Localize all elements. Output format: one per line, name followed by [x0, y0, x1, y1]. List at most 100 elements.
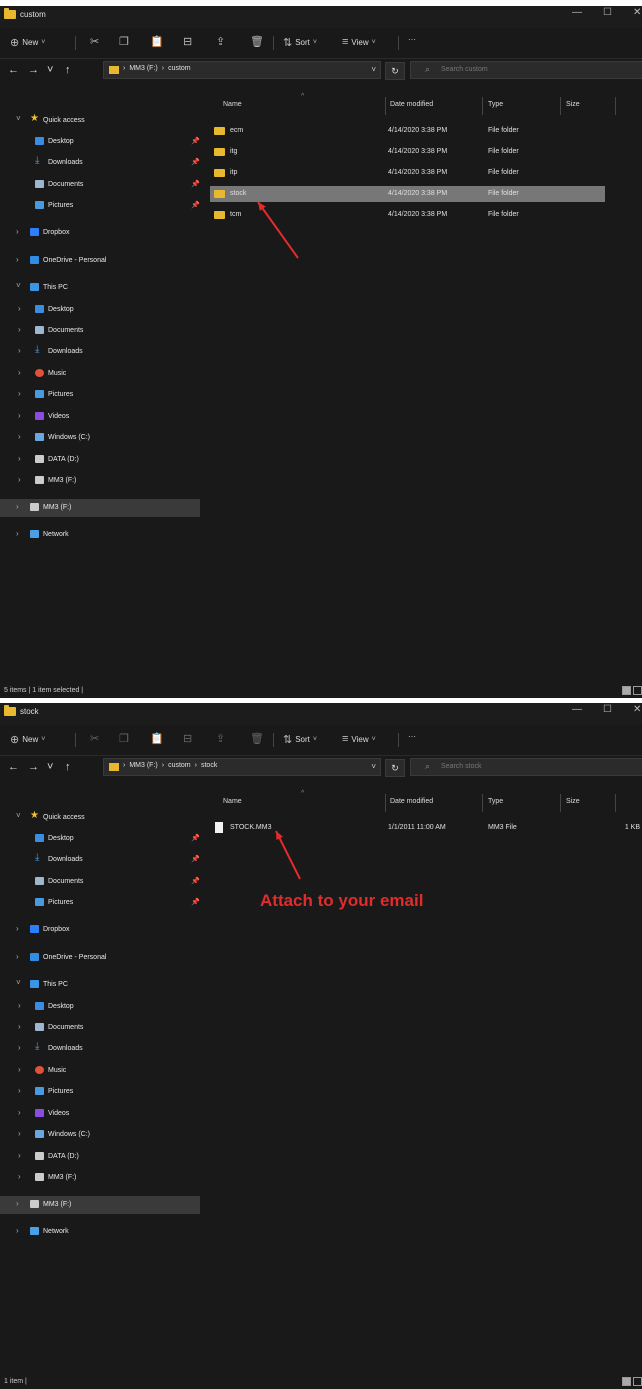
column-divider[interactable] — [615, 794, 616, 812]
column-header-size[interactable]: Size — [566, 798, 580, 805]
sidebar-item[interactable]: ⤓ Downloads 📌 — [0, 154, 200, 172]
refresh-button[interactable]: ↻ — [385, 62, 405, 80]
pin-icon[interactable]: 📌 — [191, 877, 200, 885]
sidebar-item[interactable]: ˅ ★ Quick access — [0, 112, 200, 130]
sidebar-item[interactable]: › MM3 (F:) — [0, 1169, 200, 1187]
file-row[interactable]: tcm 4/14/2020 3:38 PM File folder — [210, 207, 605, 223]
back-button[interactable]: ← — [8, 64, 19, 76]
file-row[interactable]: ecm 4/14/2020 3:38 PM File folder — [210, 123, 605, 139]
chevron-right-icon[interactable]: › — [18, 304, 21, 313]
column-header-name[interactable]: Name — [223, 798, 242, 805]
column-divider[interactable] — [385, 97, 386, 115]
sort-button[interactable]: ⇅ Sort ˅ — [283, 733, 317, 746]
sidebar-item[interactable]: Documents 📌 — [0, 873, 200, 891]
new-button[interactable]: ⊕ New ˅ — [10, 733, 45, 746]
chevron-right-icon[interactable]: › — [18, 389, 21, 398]
sidebar-item[interactable]: › ⤓ Downloads — [0, 343, 200, 361]
sidebar-item[interactable]: › Desktop — [0, 998, 200, 1016]
share-button[interactable]: ⇪ — [216, 732, 225, 745]
column-header-type[interactable]: Type — [488, 101, 503, 108]
search-box[interactable]: ⌕ Search stock — [410, 758, 642, 776]
chevron-right-icon[interactable]: › — [18, 1151, 21, 1160]
chevron-right-icon[interactable]: › — [16, 502, 19, 511]
chevron-right-icon[interactable]: › — [18, 368, 21, 377]
close-button[interactable]: ✕ — [633, 704, 641, 715]
sidebar-item[interactable]: Pictures 📌 — [0, 197, 200, 215]
delete-button[interactable]: 🗑 — [250, 732, 264, 745]
sidebar-item[interactable]: › MM3 (F:) — [0, 472, 200, 490]
sidebar-item[interactable]: › Music — [0, 1062, 200, 1080]
chevron-down-icon[interactable]: ˅ — [371, 762, 376, 771]
file-row[interactable]: itg 4/14/2020 3:38 PM File folder — [210, 144, 605, 160]
sidebar-item[interactable]: › Windows (C:) — [0, 429, 200, 447]
recent-button[interactable]: ˅ — [47, 761, 53, 773]
chevron-right-icon[interactable]: › — [16, 227, 19, 236]
column-divider[interactable] — [560, 794, 561, 812]
sidebar-item[interactable]: › Videos — [0, 408, 200, 426]
file-row[interactable]: itp 4/14/2020 3:38 PM File folder — [210, 165, 605, 181]
new-button[interactable]: ⊕ New ˅ — [10, 36, 45, 49]
breadcrumb-item[interactable]: custom — [168, 762, 191, 769]
breadcrumb-item[interactable]: custom — [168, 65, 191, 72]
sidebar-item[interactable]: › ⤓ Downloads — [0, 1040, 200, 1058]
pin-icon[interactable]: 📌 — [191, 898, 200, 906]
share-button[interactable]: ⇪ — [216, 35, 225, 48]
sidebar-item[interactable]: ⤓ Downloads 📌 — [0, 851, 200, 869]
sidebar-item[interactable]: › Windows (C:) — [0, 1126, 200, 1144]
forward-button[interactable]: → — [28, 64, 39, 76]
column-header-size[interactable]: Size — [566, 101, 580, 108]
view-button[interactable]: ≡ View ˅ — [342, 733, 376, 745]
column-header-date[interactable]: Date modified — [390, 101, 433, 108]
chevron-down-icon[interactable]: ˅ — [16, 811, 21, 820]
chevron-right-icon[interactable]: › — [18, 346, 21, 355]
up-button[interactable]: ↑ — [65, 761, 71, 773]
maximize-button[interactable]: ☐ — [603, 704, 612, 715]
sidebar-item[interactable]: › Documents — [0, 322, 200, 340]
column-divider[interactable] — [482, 97, 483, 115]
chevron-down-icon[interactable]: ˅ — [16, 978, 21, 987]
sidebar-item[interactable]: Documents 📌 — [0, 176, 200, 194]
minimize-button[interactable]: — — [572, 704, 582, 715]
up-button[interactable]: ↑ — [65, 64, 71, 76]
minimize-button[interactable]: — — [572, 7, 582, 18]
cut-button[interactable]: ✂ — [90, 35, 99, 48]
sidebar-item[interactable]: › OneDrive - Personal — [0, 949, 200, 967]
column-divider[interactable] — [482, 794, 483, 812]
sidebar-item[interactable]: › Dropbox — [0, 921, 200, 939]
file-row[interactable]: STOCK.MM3 1/1/2011 11:00 AM MM3 File 1 KB — [210, 820, 640, 836]
rename-button[interactable]: ⊟ — [183, 35, 192, 48]
sidebar-item[interactable]: ˅ This PC — [0, 976, 200, 994]
sidebar-item[interactable]: › Documents — [0, 1019, 200, 1037]
address-bar[interactable]: › MM3 (F:) › custom › stock ˅ — [103, 758, 381, 776]
chevron-right-icon[interactable]: › — [18, 1065, 21, 1074]
chevron-right-icon[interactable]: › — [18, 1001, 21, 1010]
chevron-right-icon[interactable]: › — [16, 924, 19, 933]
sidebar-item[interactable]: Desktop 📌 — [0, 133, 200, 151]
chevron-right-icon[interactable]: › — [16, 529, 19, 538]
chevron-right-icon[interactable]: › — [16, 255, 19, 264]
cut-button[interactable]: ✂ — [90, 732, 99, 745]
maximize-button[interactable]: ☐ — [603, 7, 612, 18]
sidebar-item[interactable]: › Pictures — [0, 1083, 200, 1101]
pin-icon[interactable]: 📌 — [191, 834, 200, 842]
tiles-view-button[interactable] — [633, 1377, 642, 1386]
chevron-right-icon[interactable]: › — [16, 1199, 19, 1208]
sidebar-item[interactable]: Desktop 📌 — [0, 830, 200, 848]
sidebar-item[interactable]: › Desktop — [0, 301, 200, 319]
tiles-view-button[interactable] — [633, 686, 642, 695]
file-row[interactable]: stock 4/14/2020 3:38 PM File folder — [210, 186, 605, 202]
sidebar-item[interactable]: ˅ This PC — [0, 279, 200, 297]
search-box[interactable]: ⌕ Search custom — [410, 61, 642, 79]
sidebar-item[interactable]: › MM3 (F:) — [0, 1196, 200, 1214]
sidebar-item[interactable]: › Dropbox — [0, 224, 200, 242]
sidebar-item[interactable]: › Network — [0, 526, 200, 544]
sort-button[interactable]: ⇅ Sort ˅ — [283, 36, 317, 49]
sidebar-item[interactable]: › OneDrive - Personal — [0, 252, 200, 270]
chevron-right-icon[interactable]: › — [18, 1172, 21, 1181]
pin-icon[interactable]: 📌 — [191, 180, 200, 188]
sidebar-item[interactable]: Pictures 📌 — [0, 894, 200, 912]
delete-button[interactable]: 🗑 — [250, 35, 264, 48]
column-header-type[interactable]: Type — [488, 798, 503, 805]
pin-icon[interactable]: 📌 — [191, 855, 200, 863]
breadcrumb-item[interactable]: MM3 (F:) — [129, 762, 157, 769]
